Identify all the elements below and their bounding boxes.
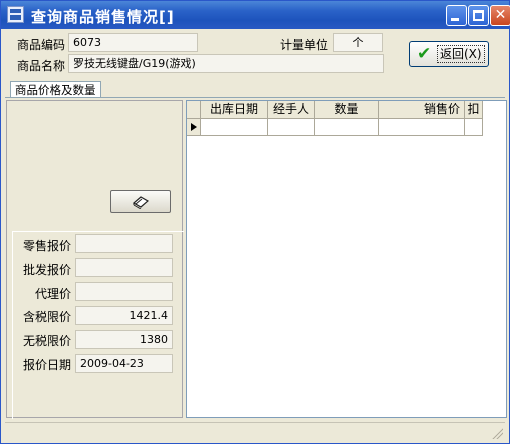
close-icon: ✕ xyxy=(494,7,507,23)
maximize-icon xyxy=(473,10,484,21)
agent-price-label: 代理价 xyxy=(35,287,72,301)
table-cell[interactable] xyxy=(465,119,483,136)
name-field[interactable]: 罗技无线键盘/G19(游戏) xyxy=(68,54,384,73)
table-cell[interactable] xyxy=(379,119,465,136)
column-header-price[interactable]: 销售价 xyxy=(379,101,465,119)
window: 查询商品销售情况[] ✕ 商品编码 6073 计量单位 个 商品名称 罗技无线键… xyxy=(0,0,510,444)
quote-date-field[interactable]: 2009-04-23 xyxy=(75,354,173,373)
row-indicator[interactable] xyxy=(187,119,201,136)
tab-divider xyxy=(5,97,505,98)
minimize-icon xyxy=(451,18,459,21)
status-bar xyxy=(5,422,505,441)
quote-date-label: 报价日期 xyxy=(23,358,72,372)
column-header-handler[interactable]: 经手人 xyxy=(268,101,315,119)
close-button[interactable]: ✕ xyxy=(490,5,510,26)
tab-price-quantity[interactable]: 商品价格及数量 xyxy=(10,81,101,98)
column-header-quantity[interactable]: 数量 xyxy=(315,101,379,119)
wholesale-price-label: 批发报价 xyxy=(23,263,72,277)
name-label: 商品名称 xyxy=(17,59,66,73)
tax-excl-limit-field[interactable]: 1380 xyxy=(75,330,173,349)
table-cell[interactable] xyxy=(268,119,315,136)
table-cell[interactable] xyxy=(201,119,268,136)
minimize-button[interactable] xyxy=(446,5,467,26)
maximize-button[interactable] xyxy=(468,5,489,26)
tax-incl-limit-field[interactable]: 1421.4 xyxy=(75,306,173,325)
wholesale-price-field[interactable] xyxy=(75,258,173,277)
retail-price-label: 零售报价 xyxy=(23,239,72,253)
column-header-discount[interactable]: 扣 xyxy=(465,101,483,119)
tax-excl-limit-label: 无税限价 xyxy=(23,334,72,348)
unit-label: 计量单位 xyxy=(280,38,329,52)
grid-corner xyxy=(187,101,201,119)
unit-field[interactable]: 个 xyxy=(333,33,383,52)
eraser-icon xyxy=(133,196,149,209)
check-icon: ✔ xyxy=(417,44,432,64)
table-cell[interactable] xyxy=(315,119,379,136)
code-label: 商品编码 xyxy=(17,38,66,52)
window-title: 查询商品销售情况[] xyxy=(31,8,175,26)
app-icon[interactable] xyxy=(7,6,24,23)
eraser-button[interactable] xyxy=(110,190,171,213)
retail-price-field[interactable] xyxy=(75,234,173,253)
column-header-date[interactable]: 出库日期 xyxy=(201,101,268,119)
code-field[interactable]: 6073 xyxy=(68,33,198,52)
title-bar[interactable]: 查询商品销售情况[] ✕ xyxy=(1,1,510,29)
tax-incl-limit-label: 含税限价 xyxy=(23,310,72,324)
return-button-label: 返回(X) xyxy=(437,45,485,63)
sales-grid[interactable]: 出库日期 经手人 数量 销售价 扣 xyxy=(186,100,507,418)
resize-grip-icon[interactable] xyxy=(491,427,503,439)
return-button[interactable]: ✔ 返回(X) xyxy=(409,41,489,67)
agent-price-field[interactable] xyxy=(75,282,173,301)
